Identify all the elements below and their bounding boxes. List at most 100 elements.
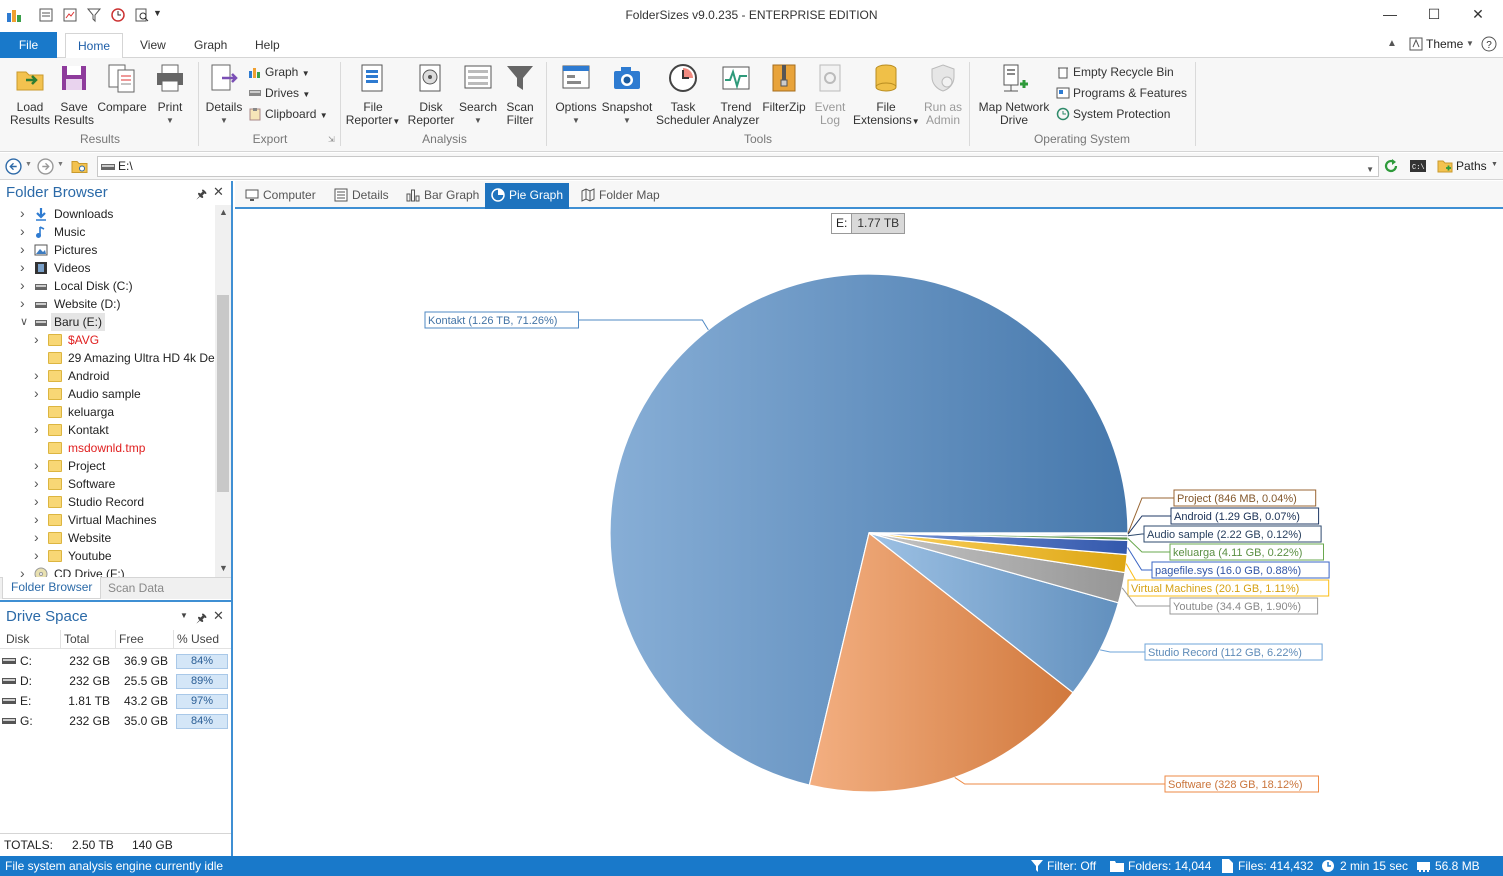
- tree-item[interactable]: › Videos: [0, 259, 215, 277]
- file-extensions-button[interactable]: File Extensions▼: [853, 62, 920, 128]
- expand-arrow-icon[interactable]: ›: [34, 492, 44, 510]
- tree-item[interactable]: › Local Disk (C:): [0, 277, 215, 295]
- tree-item[interactable]: › Youtube: [0, 547, 215, 565]
- trend-analyzer-button[interactable]: Trend Analyzer: [712, 62, 760, 127]
- tree-item[interactable]: ∨ Baru (E:): [0, 313, 215, 331]
- theme-button[interactable]: Theme: [1426, 37, 1463, 51]
- tab-help[interactable]: Help: [255, 37, 280, 58]
- expand-arrow-icon[interactable]: ›: [20, 222, 30, 240]
- drive-space-dropdown-icon[interactable]: ▼: [180, 611, 188, 620]
- maximize-button[interactable]: ☐: [1424, 6, 1444, 26]
- expand-arrow-icon[interactable]: ›: [34, 384, 44, 402]
- minimize-button[interactable]: —: [1380, 6, 1400, 26]
- expand-arrow-icon[interactable]: ›: [34, 474, 44, 492]
- tree-item[interactable]: msdownld.tmp: [0, 439, 215, 457]
- export-clipboard-button[interactable]: Clipboard ▼: [248, 105, 328, 123]
- tab-computer[interactable]: Computer: [239, 183, 322, 209]
- status-filter[interactable]: Filter: Off: [1047, 856, 1096, 876]
- search-button[interactable]: Search ▼: [458, 62, 498, 127]
- drive-row[interactable]: G: 232 GB 35.0 GB 84%: [0, 711, 231, 731]
- export-drives-button[interactable]: Drives ▼: [248, 84, 310, 102]
- column-total[interactable]: Total: [60, 630, 89, 649]
- forward-icon[interactable]: [37, 158, 54, 175]
- event-log-button[interactable]: Event Log: [809, 62, 851, 127]
- expand-arrow-icon[interactable]: ›: [34, 510, 44, 528]
- theme-dropdown-icon[interactable]: ▼: [1466, 39, 1474, 48]
- tree-item[interactable]: keluarga: [0, 403, 215, 421]
- expand-arrow-icon[interactable]: ›: [20, 294, 30, 312]
- tree-item[interactable]: › Music: [0, 223, 215, 241]
- forward-dropdown-icon[interactable]: ▼: [57, 161, 64, 168]
- tree-item[interactable]: › Kontakt: [0, 421, 215, 439]
- tree-item[interactable]: 29 Amazing Ultra HD 4k Des: [0, 349, 215, 367]
- scroll-down-icon[interactable]: ▼: [219, 563, 228, 573]
- system-protection-button[interactable]: System Protection: [1056, 105, 1170, 123]
- run-as-admin-button[interactable]: Run as Admin: [920, 62, 966, 127]
- scrollbar-thumb[interactable]: [217, 295, 229, 492]
- drive-row[interactable]: E: 1.81 TB 43.2 GB 97%: [0, 691, 231, 711]
- browse-folder-icon[interactable]: [71, 158, 89, 175]
- expand-arrow-icon[interactable]: ›: [34, 420, 44, 438]
- options-button[interactable]: Options ▼: [552, 62, 600, 127]
- close-button[interactable]: ✕: [1468, 6, 1488, 26]
- tree-item[interactable]: › Website (D:): [0, 295, 215, 313]
- task-scheduler-button[interactable]: Task Scheduler: [655, 62, 711, 127]
- file-menu-tab[interactable]: File: [0, 32, 57, 58]
- pie-chart[interactable]: Kontakt (1.26 TB, 71.26%) Software (328 G…: [235, 209, 1503, 856]
- compare-button[interactable]: Compare: [96, 62, 148, 114]
- expand-arrow-icon[interactable]: ›: [34, 456, 44, 474]
- expand-arrow-icon[interactable]: ›: [34, 330, 44, 348]
- collapse-ribbon-icon[interactable]: ▲: [1387, 38, 1397, 49]
- command-prompt-icon[interactable]: C:\: [1409, 158, 1427, 174]
- tree-item[interactable]: › Pictures: [0, 241, 215, 259]
- paths-button[interactable]: Paths: [1456, 159, 1487, 173]
- tab-pie-graph[interactable]: Pie Graph: [485, 183, 570, 209]
- pin-icon[interactable]: 🖈: [196, 185, 207, 206]
- map-network-drive-button[interactable]: Map Network Drive: [975, 62, 1053, 127]
- back-dropdown-icon[interactable]: ▼: [25, 161, 32, 168]
- scroll-up-icon[interactable]: ▲: [219, 207, 228, 217]
- export-graph-button[interactable]: Graph ▼: [248, 63, 310, 81]
- tree-item[interactable]: › Project: [0, 457, 215, 475]
- tree-item[interactable]: › Audio sample: [0, 385, 215, 403]
- expand-arrow-icon[interactable]: ›: [20, 276, 30, 294]
- programs-features-button[interactable]: Programs & Features: [1056, 84, 1187, 102]
- tab-view[interactable]: View: [140, 37, 166, 58]
- expand-arrow-icon[interactable]: ›: [20, 205, 30, 222]
- column-disk[interactable]: Disk: [6, 630, 29, 649]
- expand-arrow-icon[interactable]: ›: [34, 528, 44, 546]
- expand-arrow-icon[interactable]: ›: [20, 564, 30, 577]
- filterzip-button[interactable]: FilterZip: [761, 62, 807, 114]
- export-dialog-launcher-icon[interactable]: ⇲: [328, 135, 335, 144]
- tree-item[interactable]: › CD Drive (F:): [0, 565, 215, 577]
- panel-splitter[interactable]: [0, 600, 231, 602]
- path-input[interactable]: E:\ ▼: [97, 156, 1379, 177]
- save-results-button[interactable]: Save Results: [54, 62, 94, 127]
- panel-close-icon[interactable]: ✕: [213, 608, 224, 624]
- print-button[interactable]: Print ▼: [151, 62, 189, 127]
- drive-row[interactable]: D: 232 GB 25.5 GB 89%: [0, 671, 231, 691]
- pin-icon[interactable]: 🖈: [196, 609, 207, 630]
- tree-item[interactable]: › Virtual Machines: [0, 511, 215, 529]
- back-icon[interactable]: [5, 158, 22, 175]
- empty-recycle-bin-button[interactable]: Empty Recycle Bin: [1056, 63, 1174, 81]
- disk-reporter-button[interactable]: Disk Reporter: [404, 62, 458, 127]
- pie-slice-project[interactable]: [868, 532, 1129, 535]
- help-icon[interactable]: ?: [1481, 36, 1497, 52]
- tab-graph[interactable]: Graph: [194, 37, 227, 58]
- file-reporter-button[interactable]: File Reporter▼: [345, 62, 401, 128]
- tree-item[interactable]: › Downloads: [0, 205, 215, 223]
- expand-arrow-icon[interactable]: ›: [34, 546, 44, 564]
- tab-folder-browser[interactable]: Folder Browser: [2, 577, 102, 599]
- tree-item[interactable]: › $AVG: [0, 331, 215, 349]
- tab-bar-graph[interactable]: Bar Graph: [400, 183, 485, 209]
- tree-scrollbar[interactable]: ▲ ▼: [215, 205, 231, 577]
- tab-folder-map[interactable]: Folder Map: [575, 183, 666, 209]
- tab-scan-data[interactable]: Scan Data: [108, 578, 164, 600]
- expand-arrow-icon[interactable]: ›: [20, 258, 30, 276]
- collapse-arrow-icon[interactable]: ∨: [20, 313, 30, 331]
- refresh-icon[interactable]: [1382, 157, 1400, 175]
- tree-item[interactable]: › Studio Record: [0, 493, 215, 511]
- expand-arrow-icon[interactable]: ›: [34, 366, 44, 384]
- column-free[interactable]: Free: [115, 630, 144, 649]
